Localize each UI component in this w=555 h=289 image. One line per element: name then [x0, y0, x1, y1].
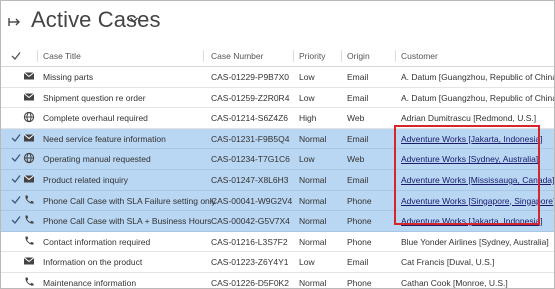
case-number-cell: CAS-01247-X8L6H3 — [211, 174, 289, 185]
column-divider — [203, 50, 204, 62]
phone-icon — [23, 214, 37, 226]
origin-cell: Phone — [347, 277, 372, 288]
email-icon — [23, 255, 37, 267]
case-number-cell: CAS-01216-L3S7F2 — [211, 236, 288, 247]
case-title-cell[interactable]: Information on the product — [43, 257, 142, 267]
priority-cell: Normal — [299, 277, 327, 288]
table-row[interactable]: Information on the product CAS-01223-Z6Y… — [1, 252, 554, 273]
globe-icon — [23, 152, 37, 164]
case-title-cell[interactable]: Contact information required — [43, 237, 150, 247]
globe-icon — [23, 111, 37, 123]
column-header-case-title[interactable]: Case Title — [43, 51, 81, 61]
customer-cell[interactable]: Adrian Dumitrascu [Redmond, U.S.] — [401, 113, 536, 123]
chevron-down-icon[interactable] — [129, 16, 139, 24]
origin-cell: Email — [347, 92, 369, 103]
case-title-cell[interactable]: Need service feature information — [43, 134, 166, 144]
table-row[interactable]: Missing parts CAS-01229-P9B7X0 Low Email… — [1, 67, 554, 88]
origin-cell: Email — [347, 174, 369, 185]
column-header-origin[interactable]: Origin — [347, 51, 370, 61]
row-checkmark-icon[interactable] — [11, 133, 23, 143]
phone-icon — [23, 194, 37, 206]
priority-cell: Normal — [299, 174, 327, 185]
column-header-priority[interactable]: Priority — [299, 51, 325, 61]
select-all-checkmark-icon[interactable] — [11, 51, 23, 61]
column-header-customer[interactable]: Customer — [401, 51, 438, 61]
priority-cell: Normal — [299, 236, 327, 247]
customer-cell[interactable]: Blue Yonder Airlines [Sydney, Australia] — [401, 237, 549, 247]
case-number-cell: CAS-01223-Z6Y4Y1 — [211, 257, 289, 268]
grid-column-header: Case Title Case Number Priority Origin C… — [1, 46, 554, 67]
priority-cell: Normal — [299, 133, 327, 144]
email-icon — [23, 132, 37, 144]
origin-cell: Phone — [347, 195, 372, 206]
row-checkmark-icon[interactable] — [11, 174, 23, 184]
case-title-cell[interactable]: Maintenance information — [43, 278, 136, 288]
table-row[interactable]: Maintenance information CAS-01226-D5F0K2… — [1, 273, 554, 288]
email-icon — [23, 91, 37, 103]
case-title-cell[interactable]: Shipment question re order — [43, 93, 146, 103]
case-number-cell: CAS-01229-P9B7X0 — [211, 72, 289, 82]
customer-cell[interactable]: Cat Francis [Duval, U.S.] — [401, 257, 495, 267]
case-number-cell: CAS-01214-S6Z4Z6 — [211, 113, 289, 124]
origin-cell: Email — [347, 257, 369, 268]
case-title-cell[interactable]: Operating manual requested — [43, 154, 151, 164]
case-number-cell: CAS-01226-D5F0K2 — [211, 277, 289, 288]
priority-cell: Low — [299, 72, 315, 82]
case-title-cell[interactable]: Phone Call Case with SLA + Business Hour… — [43, 216, 211, 226]
case-number-cell: CAS-01231-F9B5Q4 — [211, 133, 290, 144]
customer-cell[interactable]: A. Datum [Guangzhou, Republic of China] — [401, 93, 554, 103]
priority-cell: Normal — [299, 195, 327, 206]
case-grid-window: Active Cases Case Title Case Number Prio… — [0, 0, 555, 289]
case-number-cell: CAS-01259-Z2R0R4 — [211, 92, 290, 103]
phone-icon — [23, 235, 37, 247]
priority-cell: Low — [299, 92, 315, 103]
phone-icon — [23, 276, 37, 288]
origin-cell: Email — [347, 72, 369, 82]
row-checkmark-icon[interactable] — [11, 153, 23, 163]
pin-icon[interactable] — [7, 15, 21, 29]
priority-cell: Normal — [299, 216, 327, 227]
column-header-case-number[interactable]: Case Number — [211, 51, 263, 61]
column-divider — [37, 50, 38, 62]
table-row[interactable]: Contact information required CAS-01216-L… — [1, 232, 554, 253]
row-checkmark-icon[interactable] — [11, 195, 23, 205]
column-divider — [341, 50, 342, 62]
case-title-cell[interactable]: Complete overhaul required — [43, 113, 148, 123]
view-header: Active Cases — [1, 1, 554, 43]
origin-cell: Web — [347, 154, 365, 165]
column-divider — [293, 50, 294, 62]
priority-cell: High — [299, 113, 317, 124]
priority-cell: Low — [299, 257, 315, 268]
email-icon — [23, 173, 37, 185]
origin-cell: Email — [347, 133, 369, 144]
customer-highlight-box — [394, 125, 540, 225]
case-number-cell: CAS-01234-T7G1C6 — [211, 154, 290, 165]
table-row[interactable]: Shipment question re order CAS-01259-Z2R… — [1, 88, 554, 109]
view-title[interactable]: Active Cases — [31, 7, 161, 33]
origin-cell: Web — [347, 113, 365, 124]
case-title-cell[interactable]: Phone Call Case with SLA Failure setting… — [43, 196, 216, 206]
origin-cell: Phone — [347, 236, 372, 247]
customer-cell[interactable]: A. Datum [Guangzhou, Republic of China] — [401, 72, 554, 82]
column-divider — [395, 50, 396, 62]
case-title-cell[interactable]: Product related inquiry — [43, 175, 128, 185]
case-number-cell: CAS-00041-W9G2V4 — [211, 195, 293, 206]
case-number-cell: CAS-00042-G5V7X4 — [211, 216, 290, 227]
email-icon — [23, 70, 37, 82]
row-checkmark-icon[interactable] — [11, 215, 23, 225]
customer-cell[interactable]: Cathan Cook [Monroe, U.S.] — [401, 278, 508, 288]
case-title-cell[interactable]: Missing parts — [43, 72, 93, 82]
origin-cell: Phone — [347, 216, 372, 227]
priority-cell: Low — [299, 154, 315, 165]
